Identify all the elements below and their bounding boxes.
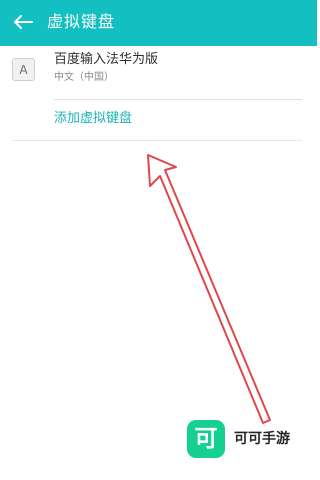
divider	[12, 140, 302, 141]
watermark: 可 可可手游	[187, 420, 290, 458]
watermark-text: 可可手游	[234, 431, 290, 447]
watermark-logo: 可	[187, 420, 225, 458]
header-bar: 虚拟键盘	[0, 0, 317, 46]
keyboard-language: 中文（中国）	[54, 72, 114, 83]
page-title: 虚拟键盘	[47, 12, 116, 31]
add-virtual-keyboard-button[interactable]: 添加虚拟键盘	[54, 110, 132, 128]
keyboard-name: 百度输入法华为版	[54, 52, 159, 67]
divider	[54, 99, 302, 100]
keyboard-item-baidu[interactable]: A 百度输入法华为版 中文（中国）	[0, 46, 317, 100]
screen: 虚拟键盘 A 百度输入法华为版 中文（中国） 添加虚拟键盘 可 可可手游	[0, 0, 317, 480]
keyboard-icon: A	[12, 58, 35, 81]
arrow-left-icon	[14, 15, 33, 29]
back-button[interactable]	[10, 10, 36, 34]
